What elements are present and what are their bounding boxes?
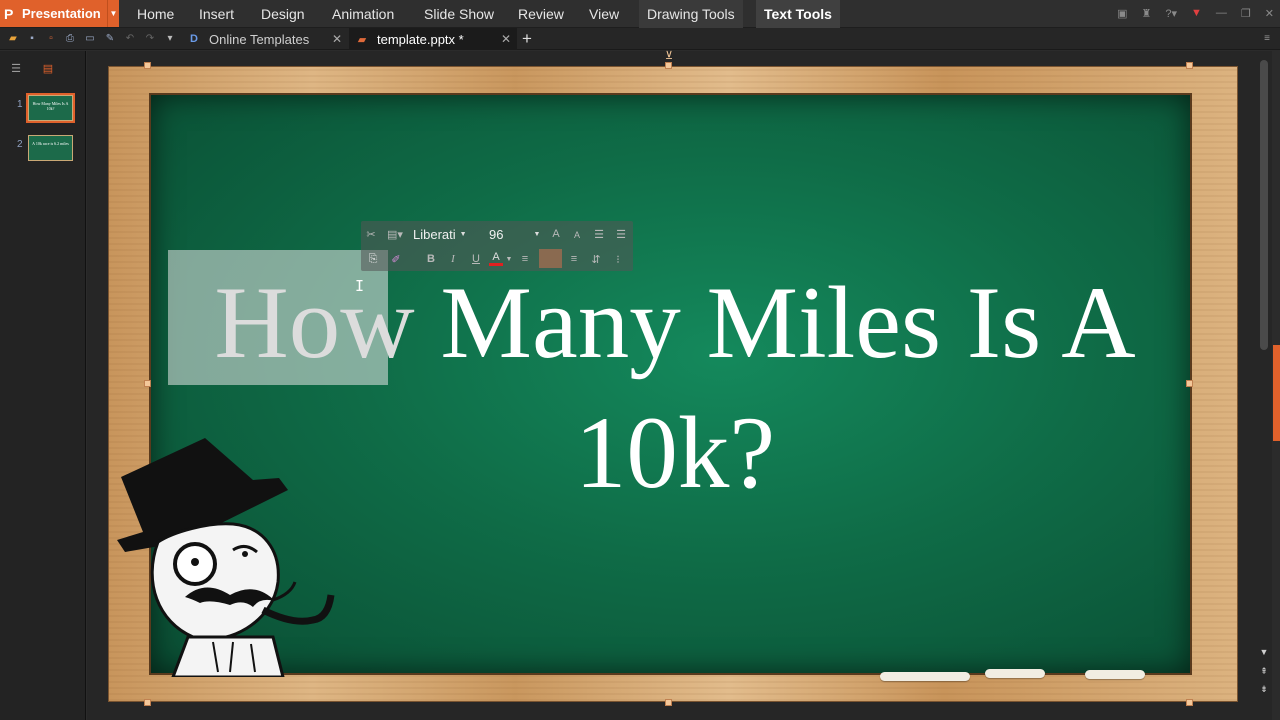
window-controls: ▣ ♜ ?▾ ▼ — ❐ ✕ — [1117, 0, 1274, 26]
menu-insert[interactable]: Insert — [199, 0, 234, 28]
menu-bar: P Presentation ▼ Home Insert Design Anim… — [0, 0, 1280, 28]
scroll-down-icon[interactable]: ▼ — [1258, 647, 1270, 659]
app-menu-button[interactable]: P Presentation ▼ — [0, 0, 119, 27]
font-color-button[interactable]: A — [489, 250, 503, 266]
tab-strip: ▰ ▪ ▫ ⎙ ▭ ✎ ↶ ↷ ▾ D Online Templates ✕ ▰… — [0, 28, 1280, 50]
resize-handle[interactable] — [665, 699, 672, 706]
increase-font-icon[interactable]: A — [549, 226, 563, 242]
menu-review[interactable]: Review — [518, 0, 564, 28]
decrease-indent-icon[interactable]: ☰ — [614, 226, 628, 242]
presentation-logo-icon: P — [4, 5, 14, 22]
underline-button[interactable]: U — [469, 251, 483, 267]
collapse-ribbon-icon[interactable]: ▼ — [1191, 7, 1202, 19]
align-center-icon[interactable]: ≡ — [567, 251, 581, 267]
save-icon[interactable]: ▪ — [25, 31, 39, 45]
title-selected-word: How — [214, 266, 415, 380]
close-tab-icon[interactable]: ✕ — [332, 32, 342, 46]
tab-template-label: template.pptx * — [377, 31, 464, 47]
close-window-icon[interactable]: ✕ — [1265, 7, 1274, 20]
options-icon[interactable]: ≡ — [1260, 31, 1274, 45]
undo-icon[interactable]: ↶ — [123, 31, 137, 45]
tab-online-templates[interactable]: D Online Templates ✕ — [183, 28, 348, 50]
cut-icon[interactable]: ✂ — [364, 226, 378, 242]
chevron-down-icon: ▼ — [533, 230, 541, 238]
chalk-piece — [985, 669, 1045, 678]
bold-button[interactable]: B — [424, 251, 438, 267]
export-icon[interactable]: ▫ — [44, 31, 58, 45]
tab-online-label: Online Templates — [209, 31, 310, 47]
copy-icon[interactable]: ⎘ — [366, 251, 380, 267]
slide-thumbnail-preview: How Many Miles Is A 10k? — [26, 93, 75, 123]
rotate-handle-icon[interactable]: ⊻ — [663, 50, 675, 62]
minimize-icon[interactable]: — — [1216, 7, 1227, 19]
skin-icon[interactable]: ▣ — [1117, 7, 1127, 20]
menu-design[interactable]: Design — [261, 0, 305, 28]
menu-slide-show[interactable]: Slide Show — [424, 0, 494, 28]
resize-handle[interactable] — [144, 380, 151, 387]
chalk-piece — [1085, 670, 1145, 679]
bullets-icon[interactable]: ⁝ — [611, 251, 625, 267]
slide-thumbnail-2[interactable]: 2 A 10k race is 6.2 miles — [0, 135, 86, 163]
font-size-value: 96 — [489, 226, 504, 242]
paste-icon[interactable]: ▤▾ — [385, 226, 405, 242]
print-preview-icon[interactable]: ▭ — [83, 31, 97, 45]
menu-text-tools[interactable]: Text Tools — [756, 0, 840, 28]
close-tab-icon[interactable]: ✕ — [501, 32, 511, 46]
chalk-piece — [880, 672, 970, 681]
resize-handle[interactable] — [1186, 62, 1193, 69]
menu-animation[interactable]: Animation — [332, 0, 394, 28]
previous-slide-icon[interactable]: ⇞ — [1258, 666, 1270, 678]
menu-home[interactable]: Home — [137, 0, 174, 28]
outline-view-icon[interactable]: ☰ — [8, 61, 24, 75]
slide-number: 1 — [17, 99, 23, 110]
scrollbar-thumb[interactable] — [1260, 60, 1268, 350]
redo-icon[interactable]: ↷ — [143, 31, 157, 45]
clear-format-icon[interactable]: ✐ — [389, 251, 403, 267]
menu-drawing-tools[interactable]: Drawing Tools — [639, 0, 743, 28]
slide-thumbnail-preview: A 10k race is 6.2 miles — [28, 135, 73, 161]
slide-title-textbox[interactable]: How Many Miles Is A 10k? — [160, 258, 1190, 518]
resize-handle[interactable] — [144, 699, 151, 706]
app-name: Presentation — [22, 6, 101, 21]
side-panel-toggle[interactable] — [1273, 345, 1280, 441]
resize-handle[interactable] — [1186, 699, 1193, 706]
ibeam-cursor-icon: I — [355, 277, 365, 295]
restore-icon[interactable]: ❐ — [1241, 7, 1251, 20]
increase-indent-icon[interactable]: ☰ — [592, 226, 606, 242]
decrease-font-icon[interactable]: A — [570, 228, 584, 242]
slide-panel: ☰ ▤ 1 How Many Miles Is A 10k? 2 A 10k r… — [0, 51, 86, 720]
pptx-file-icon: ▰ — [357, 33, 367, 46]
format-painter-icon[interactable]: ✎ — [103, 31, 117, 45]
fill-color-swatch[interactable] — [539, 249, 562, 268]
font-name-value: Liberati — [413, 226, 456, 242]
resize-handle[interactable] — [665, 62, 672, 69]
resize-handle[interactable] — [144, 62, 151, 69]
font-name-dropdown[interactable]: Liberati ▼ — [413, 225, 486, 243]
title-line-2: 10k? — [574, 396, 776, 510]
shirt-icon[interactable]: ♜ — [1142, 7, 1152, 20]
slide-number: 2 — [17, 139, 23, 150]
customize-dropdown-icon[interactable]: ▾ — [163, 31, 177, 45]
slides-view-icon[interactable]: ▤ — [40, 61, 56, 75]
help-icon[interactable]: ?▾ — [1165, 7, 1177, 20]
slide-thumbnail-1[interactable]: 1 How Many Miles Is A 10k? — [0, 93, 86, 123]
line-spacing-icon[interactable]: ⇵ — [589, 251, 603, 267]
online-templates-icon: D — [190, 33, 198, 45]
print-icon[interactable]: ⎙ — [63, 31, 77, 45]
title-line-1: How Many Miles Is A — [160, 258, 1190, 388]
font-size-dropdown[interactable]: 96 ▼ — [487, 225, 542, 243]
title-line-1-rest: Many Miles Is A — [414, 266, 1136, 380]
font-color-dropdown-icon[interactable]: ▼ — [505, 253, 513, 265]
open-icon[interactable]: ▰ — [6, 31, 20, 45]
chevron-down-icon: ▼ — [459, 230, 467, 238]
menu-view[interactable]: View — [589, 0, 619, 28]
next-slide-icon[interactable]: ⇟ — [1258, 684, 1270, 696]
align-icon[interactable]: ≡ — [518, 251, 532, 267]
tab-template[interactable]: ▰ template.pptx * ✕ — [349, 28, 517, 50]
italic-button[interactable]: I — [446, 251, 460, 267]
new-tab-button[interactable]: + — [522, 28, 538, 50]
app-menu-dropdown-icon[interactable]: ▼ — [107, 0, 119, 27]
